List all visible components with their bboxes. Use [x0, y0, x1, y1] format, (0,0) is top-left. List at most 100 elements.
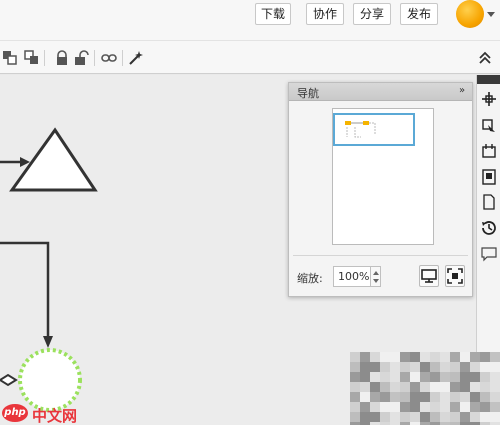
- navigator-preview[interactable]: [332, 108, 434, 245]
- blur-tile: [370, 372, 380, 382]
- collaborate-button[interactable]: 协作: [306, 3, 344, 25]
- blur-tile: [390, 402, 400, 412]
- navigator-panel: 导航 » 缩放: 100%: [288, 82, 473, 297]
- blur-tile: [480, 352, 490, 362]
- download-button[interactable]: 下载: [255, 3, 291, 25]
- diamond-marker: [0, 373, 18, 387]
- blur-tile: [470, 372, 480, 382]
- blur-tile: [380, 412, 390, 422]
- blur-tile: [470, 352, 480, 362]
- unlock-icon[interactable]: [73, 50, 89, 66]
- connector-line: [0, 241, 50, 338]
- blur-tile: [420, 382, 430, 392]
- blur-tile: [460, 352, 470, 362]
- chevron-down-icon[interactable]: [487, 12, 495, 17]
- blur-tile: [350, 392, 360, 402]
- navigator-icon[interactable]: [481, 91, 497, 107]
- blur-tile: [460, 392, 470, 402]
- blur-tile: [440, 412, 450, 422]
- blur-tile: [440, 382, 450, 392]
- watermark-text: 中文网: [32, 407, 78, 425]
- document-icon[interactable]: [481, 194, 497, 210]
- blur-tile: [460, 402, 470, 412]
- blur-tile: [360, 372, 370, 382]
- comment-icon[interactable]: [481, 246, 497, 262]
- publish-button[interactable]: 发布: [400, 3, 438, 25]
- link-icon[interactable]: [101, 50, 117, 66]
- blur-tile: [410, 352, 420, 362]
- blur-tile: [380, 352, 390, 362]
- blur-tile: [420, 352, 430, 362]
- presentation-icon: [421, 269, 437, 283]
- page-list-icon[interactable]: [481, 169, 497, 185]
- blur-tile: [390, 352, 400, 362]
- blur-tile: [490, 382, 500, 392]
- blur-tile: [410, 382, 420, 392]
- blur-tile: [420, 372, 430, 382]
- fit-screen-icon: [447, 268, 463, 284]
- blur-tile: [430, 372, 440, 382]
- blur-tile: [470, 362, 480, 372]
- connector-arrowhead: [43, 336, 53, 348]
- blur-tile: [380, 402, 390, 412]
- share-button[interactable]: 分享: [353, 3, 391, 25]
- collapse-panel-icon[interactable]: »: [459, 85, 465, 96]
- blur-tile: [400, 372, 410, 382]
- blur-tile: [450, 402, 460, 412]
- blur-tile: [360, 362, 370, 372]
- blur-tile: [390, 372, 400, 382]
- history-icon[interactable]: [481, 220, 497, 236]
- blur-tile: [490, 352, 500, 362]
- blur-tile: [480, 362, 490, 372]
- blur-tile: [440, 392, 450, 402]
- navigator-header[interactable]: 导航 »: [289, 83, 472, 101]
- zoom-input[interactable]: 100%: [333, 266, 371, 287]
- collapse-up-icon[interactable]: [477, 50, 493, 66]
- send-to-back-icon[interactable]: [24, 50, 40, 66]
- blur-tile: [450, 382, 460, 392]
- blur-tile: [410, 372, 420, 382]
- blur-tile: [410, 402, 420, 412]
- blur-tile: [380, 362, 390, 372]
- blur-tile: [480, 402, 490, 412]
- zoom-down-icon[interactable]: [373, 279, 379, 283]
- fit-to-screen-button[interactable]: [445, 265, 465, 287]
- blur-tile: [470, 392, 480, 402]
- blur-tile: [420, 412, 430, 422]
- zoom-up-icon[interactable]: [373, 271, 379, 275]
- blur-tile: [440, 362, 450, 372]
- blur-tile: [350, 362, 360, 372]
- blur-tile: [390, 412, 400, 422]
- blur-tile: [480, 392, 490, 402]
- blur-tile: [350, 372, 360, 382]
- blur-tile: [390, 362, 400, 372]
- toolbar-divider: [94, 50, 95, 66]
- blur-tile: [360, 412, 370, 422]
- avatar[interactable]: [456, 0, 484, 28]
- format-icon[interactable]: [481, 118, 497, 134]
- blur-tile: [450, 352, 460, 362]
- blur-tile: [350, 402, 360, 412]
- presentation-button[interactable]: [419, 265, 439, 287]
- blur-tile: [440, 352, 450, 362]
- blur-tile: [370, 412, 380, 422]
- blur-tile: [490, 402, 500, 412]
- page-settings-icon[interactable]: [481, 143, 497, 159]
- blur-tile: [490, 362, 500, 372]
- zoom-label: 缩放:: [297, 272, 323, 285]
- bring-to-front-icon[interactable]: [2, 50, 18, 66]
- blur-tile: [370, 362, 380, 372]
- magic-wand-icon[interactable]: [128, 50, 144, 66]
- navigator-viewport[interactable]: [333, 113, 415, 146]
- blur-tile: [370, 352, 380, 362]
- navigator-title: 导航: [297, 87, 319, 100]
- zoom-stepper[interactable]: [371, 266, 381, 287]
- blur-tile: [480, 372, 490, 382]
- blur-tile: [360, 352, 370, 362]
- lock-icon[interactable]: [54, 50, 70, 66]
- blur-tile: [420, 362, 430, 372]
- blur-tile: [360, 392, 370, 402]
- blur-tile: [370, 382, 380, 392]
- blur-tile: [470, 412, 480, 422]
- toolbar-divider: [122, 50, 123, 66]
